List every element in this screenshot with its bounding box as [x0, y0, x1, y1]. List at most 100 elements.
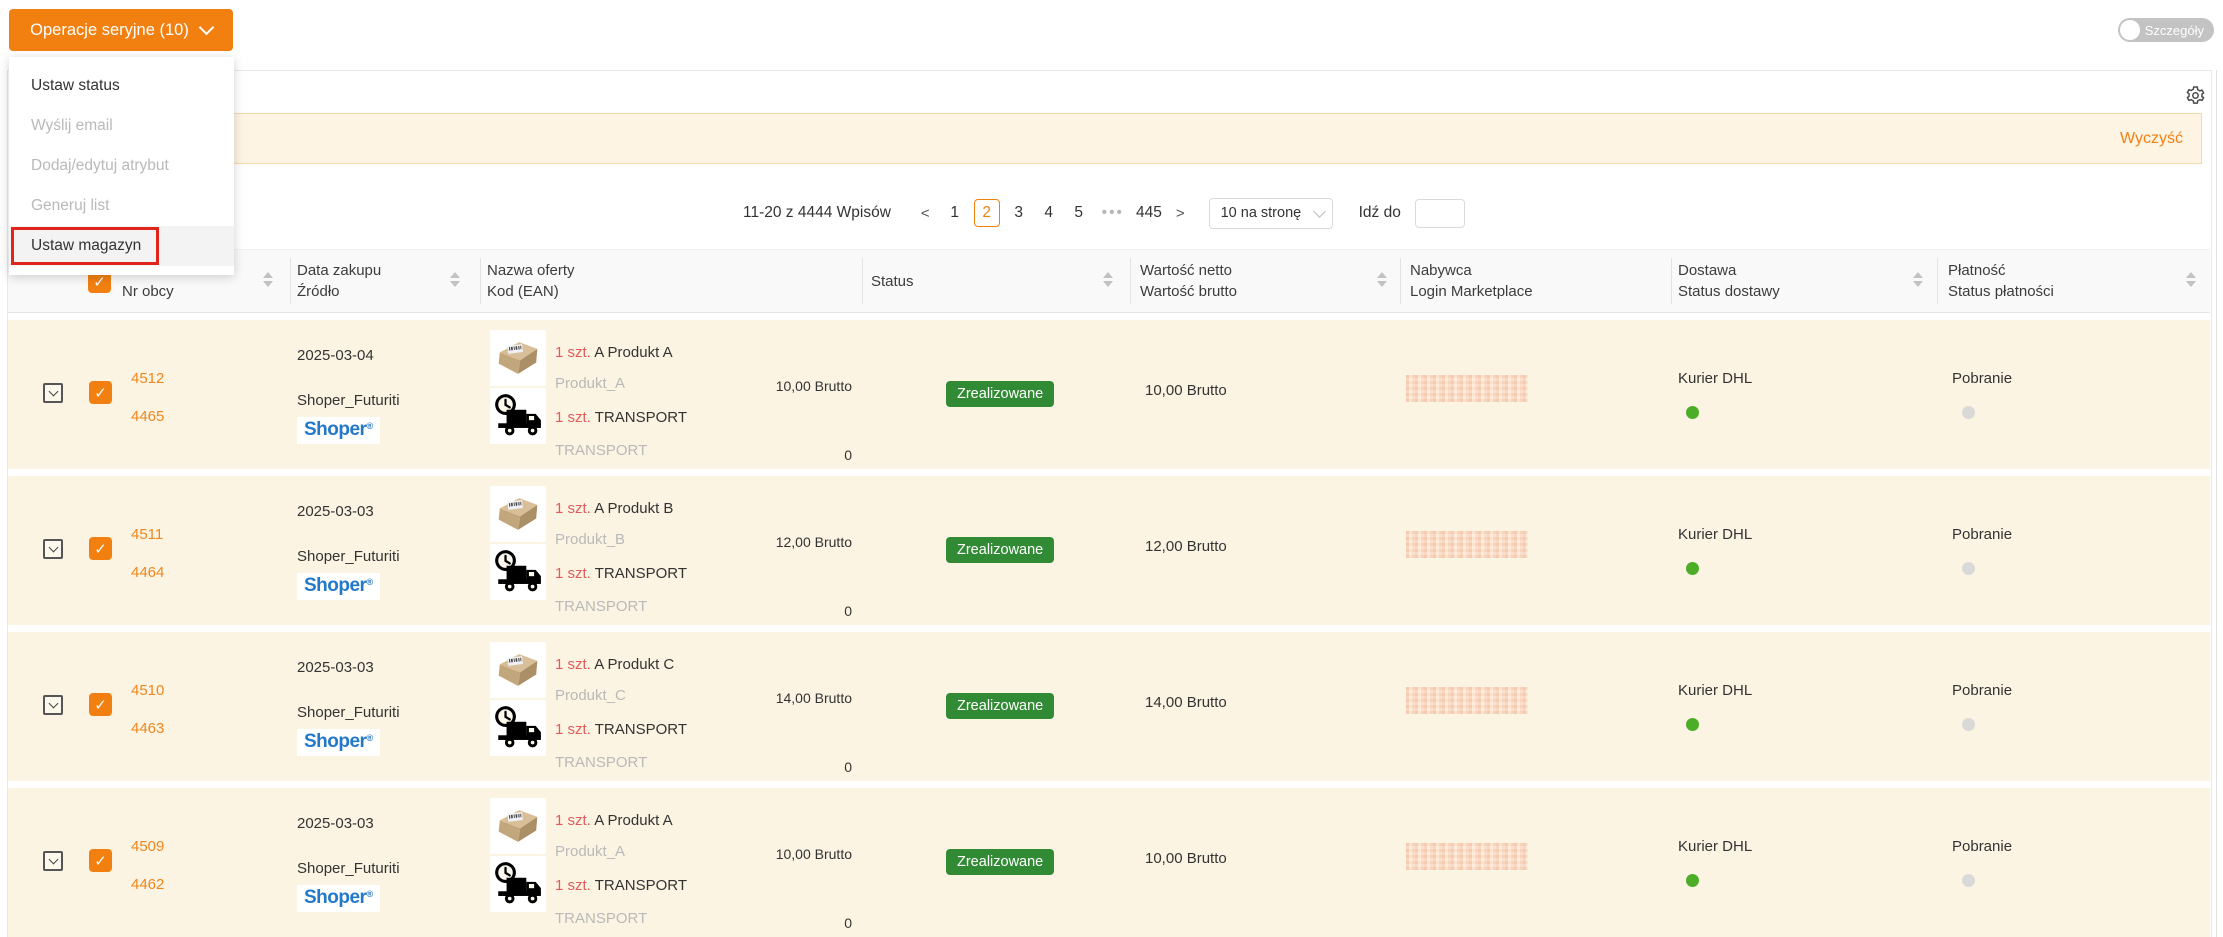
- marketplace-logo[interactable]: Shoper®: [297, 885, 380, 912]
- item-title: TRANSPORT: [595, 565, 687, 582]
- page-button-2-current[interactable]: 2: [974, 199, 1000, 227]
- goto-page-label: Idź do: [1359, 204, 1401, 222]
- delivery-method: Kurier DHL: [1678, 370, 1752, 387]
- column-header-date[interactable]: Data zakupuŹródło: [297, 260, 381, 302]
- gross-value: 12,00 Brutto: [1145, 538, 1227, 555]
- table-header: ✓ IdNr obcy Data zakupuŹródło Nazwa ofer…: [8, 249, 2210, 313]
- delivery-truck-clock-image[interactable]: [490, 388, 546, 444]
- clear-filters-link[interactable]: Wyczyść: [2120, 130, 2201, 148]
- sort-arrows-icon[interactable]: [1103, 272, 1113, 287]
- item-quantity: 1 szt.: [555, 721, 591, 738]
- chevron-down-icon: [48, 387, 58, 397]
- item-title: TRANSPORT: [595, 721, 687, 738]
- order-item-name: 1 szt. A Produkt A: [555, 812, 673, 829]
- details-toggle[interactable]: Szczegóły: [2118, 18, 2214, 42]
- status-badge[interactable]: Zrealizowane: [946, 381, 1054, 407]
- status-badge[interactable]: Zrealizowane: [946, 849, 1054, 875]
- row-expander-checkbox[interactable]: [43, 851, 63, 871]
- page-button-last[interactable]: 445: [1132, 204, 1166, 222]
- parcel-box-image[interactable]: [490, 642, 546, 698]
- column-header-status[interactable]: Status: [871, 271, 914, 292]
- page-ellipsis[interactable]: •••: [1094, 204, 1132, 222]
- marketplace-logo[interactable]: Shoper®: [297, 417, 380, 444]
- foreign-id-link[interactable]: 4464: [131, 564, 164, 581]
- goto-page-input[interactable]: [1415, 199, 1465, 228]
- sort-arrows-icon[interactable]: [450, 272, 460, 287]
- page-button-1[interactable]: 1: [940, 204, 970, 222]
- next-page-button[interactable]: >: [1166, 205, 1195, 222]
- orders-page: Operacje seryjne (10) Szczegóły Wyczyść …: [0, 0, 2223, 937]
- bulk-operations-button[interactable]: Operacje seryjne (10): [9, 9, 233, 51]
- prev-page-button[interactable]: <: [911, 205, 940, 222]
- foreign-id-link[interactable]: 4463: [131, 720, 164, 737]
- row-expander-checkbox[interactable]: [43, 539, 63, 559]
- menu-item-ustaw-status[interactable]: Ustaw status: [9, 66, 234, 106]
- delivery-truck-clock-image[interactable]: [490, 544, 546, 600]
- page-button-5[interactable]: 5: [1064, 204, 1094, 222]
- order-item-name: 1 szt. TRANSPORT: [555, 877, 687, 894]
- order-id-link[interactable]: 4511: [131, 526, 163, 543]
- page-button-3[interactable]: 3: [1004, 204, 1034, 222]
- status-badge[interactable]: Zrealizowane: [946, 693, 1054, 719]
- sort-arrows-icon[interactable]: [2186, 272, 2196, 287]
- column-header-delivery[interactable]: DostawaStatus dostawy: [1678, 260, 1780, 302]
- column-header-offer[interactable]: Nazwa ofertyKod (EAN): [487, 260, 575, 302]
- chevron-down-icon: [1313, 205, 1326, 218]
- delivery-status-dot[interactable]: [1686, 874, 1699, 887]
- row-checkbox[interactable]: ✓: [89, 381, 112, 404]
- chevron-down-icon: [199, 20, 215, 36]
- gear-icon[interactable]: [2185, 85, 2206, 106]
- bulk-operations-menu: Ustaw status Wyślij email Dodaj/edytuj a…: [9, 57, 234, 275]
- delivery-status-dot[interactable]: [1686, 718, 1699, 731]
- parcel-box-image[interactable]: [490, 330, 546, 386]
- order-id-link[interactable]: 4512: [131, 370, 164, 387]
- sort-arrows-icon[interactable]: [263, 272, 273, 287]
- delivery-truck-clock-image[interactable]: [490, 856, 546, 912]
- parcel-box-image[interactable]: [490, 798, 546, 854]
- order-id-link[interactable]: 4509: [131, 838, 164, 855]
- marketplace-logo[interactable]: Shoper®: [297, 729, 380, 756]
- delivery-truck-clock-image[interactable]: [490, 700, 546, 756]
- order-source: Shoper_Futuriti: [297, 860, 400, 877]
- item-title: A Produkt B: [594, 500, 673, 517]
- row-expander-checkbox[interactable]: [43, 383, 63, 403]
- payment-method: Pobranie: [1952, 526, 2012, 543]
- item-title: A Produkt A: [594, 344, 672, 361]
- page-size-select[interactable]: 10 na stronę: [1209, 198, 1333, 229]
- order-source: Shoper_Futuriti: [297, 548, 400, 565]
- order-item-sku: TRANSPORT: [555, 442, 647, 459]
- payment-status-dot[interactable]: [1962, 562, 1975, 575]
- column-header-value[interactable]: Wartość nettoWartość brutto: [1140, 260, 1237, 302]
- column-divider: [1130, 258, 1131, 304]
- delivery-status-dot[interactable]: [1686, 562, 1699, 575]
- item-title: TRANSPORT: [595, 877, 687, 894]
- page-button-4[interactable]: 4: [1034, 204, 1064, 222]
- sort-arrows-icon[interactable]: [1377, 272, 1387, 287]
- column-header-payment[interactable]: PłatnośćStatus płatności: [1948, 260, 2054, 302]
- order-item-sku: TRANSPORT: [555, 598, 647, 615]
- item-quantity: 1 szt.: [555, 344, 591, 361]
- marketplace-logo[interactable]: Shoper®: [297, 573, 380, 600]
- payment-status-dot[interactable]: [1962, 406, 1975, 419]
- foreign-id-link[interactable]: 4462: [131, 876, 164, 893]
- menu-item-ustaw-magazyn[interactable]: Ustaw magazyn: [9, 226, 234, 266]
- parcel-box-image[interactable]: [490, 486, 546, 542]
- purchase-date: 2025-03-04: [297, 347, 374, 364]
- status-badge[interactable]: Zrealizowane: [946, 537, 1054, 563]
- order-item-name: 1 szt. A Produkt A: [555, 344, 673, 361]
- panel-edge-divider: [2216, 70, 2217, 937]
- payment-status-dot[interactable]: [1962, 874, 1975, 887]
- row-checkbox[interactable]: ✓: [89, 693, 112, 716]
- pagination-summary: 11-20 z 4444 Wpisów: [743, 204, 891, 222]
- order-id-link[interactable]: 4510: [131, 682, 164, 699]
- order-item-price: 0: [844, 603, 852, 619]
- row-checkbox[interactable]: ✓: [89, 537, 112, 560]
- row-checkbox[interactable]: ✓: [89, 849, 112, 872]
- column-header-buyer[interactable]: NabywcaLogin Marketplace: [1410, 260, 1533, 302]
- sort-arrows-icon[interactable]: [1913, 272, 1923, 287]
- column-divider: [480, 258, 481, 304]
- foreign-id-link[interactable]: 4465: [131, 408, 164, 425]
- delivery-status-dot[interactable]: [1686, 406, 1699, 419]
- payment-status-dot[interactable]: [1962, 718, 1975, 731]
- row-expander-checkbox[interactable]: [43, 695, 63, 715]
